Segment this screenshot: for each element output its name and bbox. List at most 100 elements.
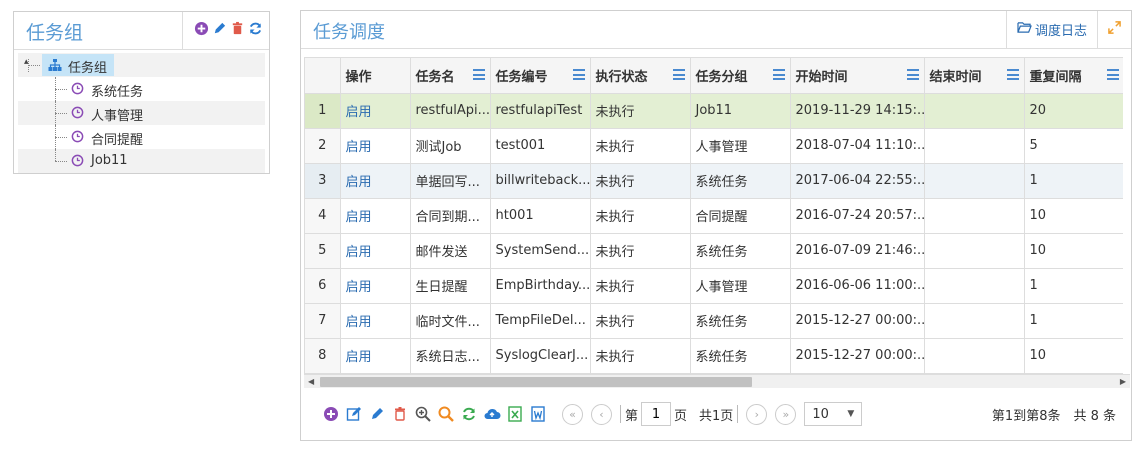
column-menu-icon[interactable] bbox=[572, 69, 585, 80]
prev-page-button[interactable]: ‹ bbox=[591, 403, 612, 425]
table-cell bbox=[924, 128, 1025, 164]
table-cell bbox=[924, 303, 1025, 339]
next-page-button[interactable]: › bbox=[746, 403, 768, 425]
table-cell: 2015-12-27 00:00:... bbox=[790, 303, 925, 339]
table-cell: 10 bbox=[1024, 233, 1123, 269]
table-cell: 合同提醒 bbox=[690, 198, 791, 234]
column-header[interactable]: 结束时间 bbox=[924, 58, 1025, 94]
column-header[interactable]: 开始时间 bbox=[790, 58, 925, 94]
column-header[interactable]: 操作 bbox=[340, 58, 411, 94]
row-number-header bbox=[305, 58, 341, 94]
enable-link[interactable]: 启用 bbox=[346, 105, 372, 120]
expand-button[interactable] bbox=[1097, 11, 1131, 48]
table-cell: restfulapiTest bbox=[490, 93, 591, 129]
table-cell: 系统任务 bbox=[690, 338, 791, 374]
table-cell bbox=[924, 93, 1025, 129]
enable-link[interactable]: 启用 bbox=[346, 210, 372, 225]
column-header[interactable]: 任务编号 bbox=[490, 58, 591, 94]
column-menu-icon[interactable] bbox=[1006, 69, 1019, 80]
page-suffix: 页 bbox=[674, 408, 688, 424]
refresh-icon[interactable] bbox=[248, 21, 263, 40]
table-cell: 未执行 bbox=[590, 128, 691, 164]
table-row[interactable]: 8 启用 系统日志... SyslogClearJ... 未执行 系统任务 2015-12-… bbox=[305, 338, 1123, 374]
column-menu-icon[interactable] bbox=[906, 69, 919, 80]
table-row[interactable]: 1 启用 restfulApi... restfulapiTest 未执行 Job11 20… bbox=[305, 93, 1123, 129]
scroll-right-icon[interactable]: ▶ bbox=[1120, 375, 1126, 389]
task-group-title: 任务组 bbox=[26, 22, 84, 44]
table-cell: 未执行 bbox=[590, 163, 691, 199]
enable-link[interactable]: 启用 bbox=[346, 315, 372, 330]
enable-link[interactable]: 启用 bbox=[346, 350, 372, 365]
table-cell: 系统任务 bbox=[690, 233, 791, 269]
table-row[interactable]: 7 启用 临时文件... TempFileDel... 未执行 系统任务 2015-12-2… bbox=[305, 303, 1123, 339]
add-icon[interactable] bbox=[194, 21, 209, 40]
enable-link[interactable]: 启用 bbox=[346, 245, 372, 260]
tree-node-job11[interactable]: Job11 bbox=[18, 149, 265, 173]
edit-icon[interactable] bbox=[212, 21, 227, 40]
column-header[interactable]: 任务名 bbox=[410, 58, 491, 94]
collapse-toggle-icon[interactable]: ▴ bbox=[24, 57, 29, 67]
scrollbar-thumb[interactable] bbox=[320, 377, 752, 387]
table-row[interactable]: 5 启用 邮件发送 SystemSend... 未执行 系统任务 2016-07-09 21… bbox=[305, 233, 1123, 269]
table-cell: test001 bbox=[490, 128, 591, 164]
search-icon[interactable] bbox=[435, 404, 456, 425]
table-cell: 2018-07-04 11:10:... bbox=[790, 128, 925, 164]
table-cell: 测试Job bbox=[410, 128, 491, 164]
cloud-upload-icon[interactable] bbox=[481, 404, 502, 425]
schedule-log-button[interactable]: 调度日志 bbox=[1005, 11, 1097, 48]
scroll-left-icon[interactable]: ◀ bbox=[308, 375, 314, 389]
zoom-in-icon[interactable] bbox=[412, 404, 433, 425]
table-cell: 合同到期... bbox=[410, 198, 491, 234]
task-schedule-header: 任务调度 调度日志 bbox=[301, 11, 1131, 49]
table-row[interactable]: 2 启用 测试Job test001 未执行 人事管理 2018-07-04 11:10:.… bbox=[305, 128, 1123, 164]
tree-node-contract[interactable]: 合同提醒 bbox=[18, 125, 265, 149]
enable-link[interactable]: 启用 bbox=[346, 280, 372, 295]
column-header[interactable]: 执行状态 bbox=[590, 58, 691, 94]
delete-icon[interactable] bbox=[389, 404, 410, 425]
enable-link[interactable]: 启用 bbox=[346, 175, 372, 190]
tree-node-system-task[interactable]: 系统任务 bbox=[18, 77, 265, 101]
last-page-button[interactable]: » bbox=[775, 403, 797, 425]
page-number-input[interactable] bbox=[641, 402, 672, 426]
row-number: 7 bbox=[305, 303, 341, 339]
first-page-button[interactable]: « bbox=[562, 403, 583, 425]
column-menu-icon[interactable] bbox=[672, 69, 685, 80]
excel-icon[interactable] bbox=[504, 404, 525, 425]
table-header-row: 操作 任务名 任务编号 执行状态 任务分组 开始时间 结束时间 重复间隔 bbox=[305, 58, 1123, 94]
table-cell bbox=[924, 163, 1025, 199]
table-row[interactable]: 4 启用 合同到期... ht001 未执行 合同提醒 2016-07-24 20:57:.… bbox=[305, 198, 1123, 234]
clock-icon bbox=[71, 82, 84, 99]
row-number: 1 bbox=[305, 93, 341, 129]
add-icon[interactable] bbox=[320, 404, 341, 425]
edit-square-icon[interactable] bbox=[343, 404, 364, 425]
refresh-icon[interactable] bbox=[458, 404, 479, 425]
column-menu-icon[interactable] bbox=[472, 69, 485, 80]
table-cell: 启用 bbox=[340, 303, 411, 339]
table-cell: 启用 bbox=[340, 93, 411, 129]
tree-node-hr[interactable]: 人事管理 bbox=[18, 101, 265, 125]
task-group-header: 任务组 bbox=[14, 12, 269, 50]
edit-icon[interactable] bbox=[366, 404, 387, 425]
table-cell: 未执行 bbox=[590, 93, 691, 129]
column-header[interactable]: 重复间隔 bbox=[1024, 58, 1123, 94]
column-menu-icon[interactable] bbox=[772, 69, 785, 80]
page-size-select[interactable]: 10 ▼ bbox=[804, 402, 863, 426]
table-cell: 5 bbox=[1024, 128, 1123, 164]
table-cell: 未执行 bbox=[590, 268, 691, 304]
column-header[interactable]: 任务分组 bbox=[690, 58, 791, 94]
tree-root-node[interactable]: ▴ 任务组 bbox=[18, 53, 265, 77]
clock-icon bbox=[71, 130, 84, 147]
enable-link[interactable]: 启用 bbox=[346, 140, 372, 155]
delete-icon[interactable] bbox=[230, 21, 245, 40]
horizontal-scrollbar[interactable]: ◀ ▶ bbox=[304, 374, 1130, 388]
table-cell: 启用 bbox=[340, 338, 411, 374]
tree-node-label: 合同提醒 bbox=[91, 133, 144, 148]
table-row[interactable]: 6 启用 生日提醒 EmpBirthday... 未执行 人事管理 2016-06-06 1… bbox=[305, 268, 1123, 304]
table-row[interactable]: 3 启用 单据回写... billwriteback... 未执行 系统任务 2017-06… bbox=[305, 163, 1123, 199]
table-cell: 2019-11-29 14:15:... bbox=[790, 93, 925, 129]
table-cell: 邮件发送 bbox=[410, 233, 491, 269]
table-cell: EmpBirthday... bbox=[490, 268, 591, 304]
word-icon[interactable] bbox=[527, 404, 548, 425]
column-menu-icon[interactable] bbox=[1106, 69, 1119, 80]
table-cell: 单据回写... bbox=[410, 163, 491, 199]
